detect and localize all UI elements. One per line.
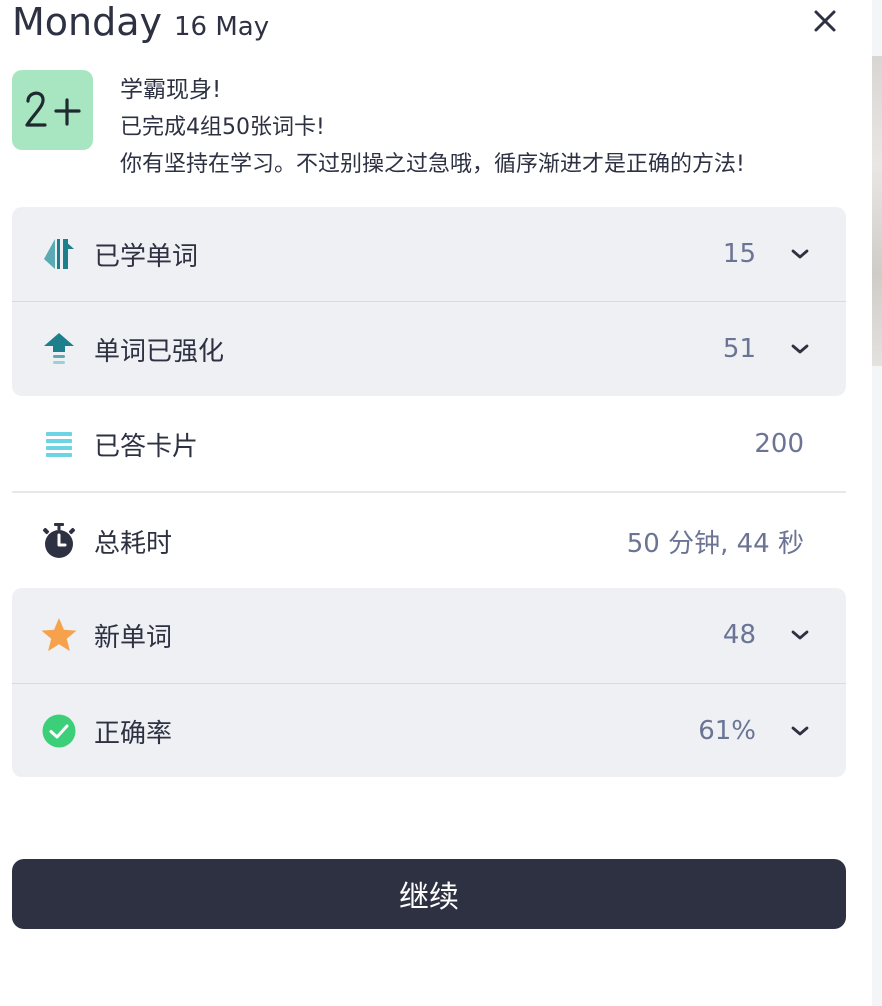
close-icon[interactable]	[808, 4, 842, 38]
star-icon	[41, 618, 77, 652]
stat-value-cards: 200	[754, 429, 804, 459]
page-title: Monday	[12, 0, 163, 44]
stat-label-learned: 已学单词	[94, 241, 199, 272]
stat-row-accuracy[interactable]: 正确率 61%	[12, 684, 846, 778]
stat-row-time: 总耗时 50 分钟, 44 秒	[12, 494, 846, 588]
stat-label-accuracy: 正确率	[94, 718, 173, 749]
chevron-down-icon[interactable]	[788, 623, 812, 647]
achievement-banner: 学霸现身! 已完成4组50张词卡! 你有坚持在学习。不过别操之过急哦，循序渐进才…	[12, 70, 842, 190]
page-date: 16 May	[174, 12, 270, 42]
stat-value-new-words: 48	[722, 620, 756, 650]
chevron-down-icon[interactable]	[788, 242, 812, 266]
list-lines-icon	[46, 432, 72, 457]
stat-row-strengthened[interactable]: 单词已强化 51	[12, 302, 846, 396]
chevron-down-icon[interactable]	[788, 337, 812, 361]
stat-label-strengthened: 单词已强化	[94, 336, 225, 367]
background-image	[872, 56, 882, 366]
stats-group-words: 已学单词 15 单词已强化 51	[12, 207, 846, 396]
chevron-down-icon[interactable]	[788, 719, 812, 743]
stopwatch-icon	[42, 523, 76, 558]
achievement-line-1: 已完成4组50张词卡!	[120, 115, 325, 140]
achievement-badge	[12, 70, 93, 150]
two-plus-icon	[25, 91, 81, 127]
stat-row-new-words[interactable]: 新单词 48	[12, 588, 846, 682]
arrows-updown-icon	[44, 239, 74, 269]
stat-row-cards: 已答卡片 200	[12, 397, 846, 491]
check-circle-icon	[42, 714, 76, 748]
stat-label-new-words: 新单词	[94, 622, 173, 653]
stat-row-learned[interactable]: 已学单词 15	[12, 207, 846, 301]
stats-group-performance: 新单词 48 正确率 61%	[12, 588, 846, 777]
achievement-line-2: 你有坚持在学习。不过别操之过急哦，循序渐进才是正确的方法!	[120, 152, 745, 177]
section-divider	[12, 491, 846, 493]
achievement-title: 学霸现身!	[120, 77, 222, 103]
stat-value-time: 50 分钟, 44 秒	[626, 528, 804, 559]
continue-button[interactable]: 继续	[12, 859, 846, 929]
stat-value-strengthened: 51	[722, 334, 756, 364]
achievement-text: 学霸现身! 已完成4组50张词卡! 你有坚持在学习。不过别操之过急哦，循序渐进才…	[120, 72, 745, 183]
stat-value-learned: 15	[722, 239, 756, 269]
stat-label-time: 总耗时	[94, 528, 173, 559]
stat-value-accuracy: 61%	[698, 716, 756, 746]
header: Monday 16 May	[12, 0, 269, 48]
arrow-up-stack-icon	[44, 333, 74, 364]
stat-label-cards: 已答卡片	[94, 431, 199, 462]
